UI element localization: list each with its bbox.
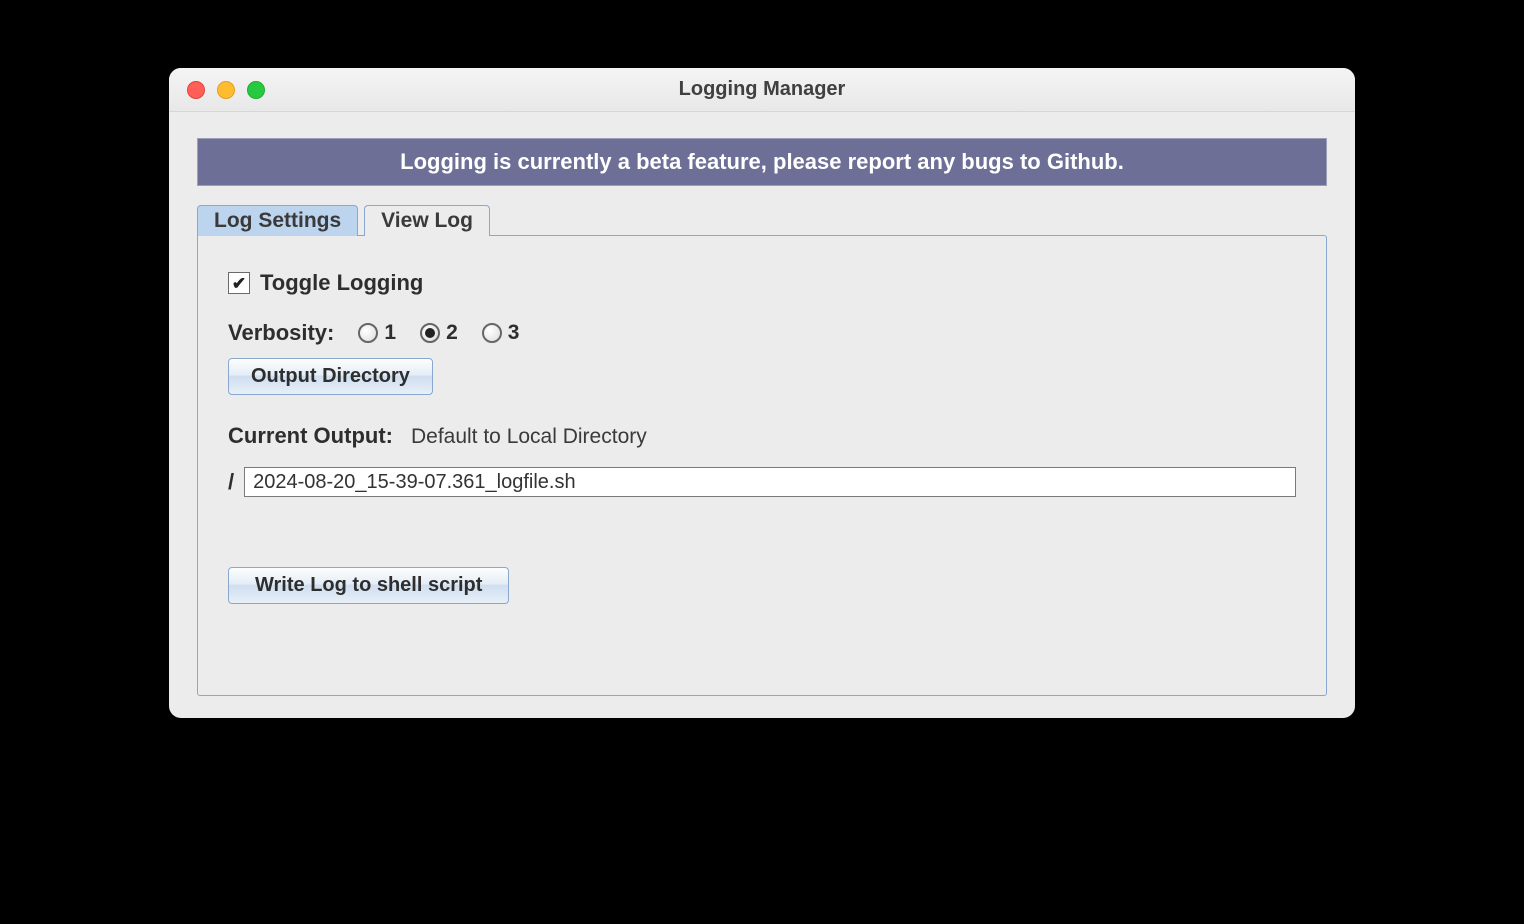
verbosity-label: Verbosity: [228, 320, 334, 346]
verbosity-2-label: 2 [446, 321, 458, 345]
logfile-path-input[interactable] [244, 467, 1296, 497]
beta-banner: Logging is currently a beta feature, ple… [197, 138, 1327, 186]
traffic-lights [169, 81, 265, 99]
verbosity-radio-2[interactable]: 2 [420, 321, 458, 345]
verbosity-3-label: 3 [508, 321, 520, 345]
log-settings-panel: ✔ Toggle Logging Verbosity: 1 2 [197, 235, 1327, 696]
close-icon[interactable] [187, 81, 205, 99]
tab-log-settings[interactable]: Log Settings [197, 205, 358, 236]
verbosity-radio-3[interactable]: 3 [482, 321, 520, 345]
toggle-logging-label: Toggle Logging [260, 270, 423, 296]
radio-icon [420, 323, 440, 343]
current-output-label: Current Output: [228, 423, 393, 449]
path-prefix: / [228, 469, 234, 495]
write-log-button[interactable]: Write Log to shell script [228, 567, 509, 604]
verbosity-1-label: 1 [384, 321, 396, 345]
toggle-logging-checkbox[interactable]: ✔ [228, 272, 250, 294]
verbosity-radio-1[interactable]: 1 [358, 321, 396, 345]
current-output-value: Default to Local Directory [411, 425, 647, 449]
verbosity-row: Verbosity: 1 2 3 [228, 320, 1296, 346]
tab-view-log[interactable]: View Log [364, 205, 490, 236]
titlebar: Logging Manager [169, 68, 1355, 112]
logfile-path-row: / [228, 467, 1296, 497]
tabs-row: Log Settings View Log [197, 204, 1327, 235]
output-directory-button[interactable]: Output Directory [228, 358, 433, 395]
current-output-row: Current Output: Default to Local Directo… [228, 423, 1296, 449]
radio-icon [482, 323, 502, 343]
window-title: Logging Manager [169, 78, 1355, 101]
logging-manager-window: Logging Manager Logging is currently a b… [169, 68, 1355, 718]
radio-icon [358, 323, 378, 343]
minimize-icon[interactable] [217, 81, 235, 99]
zoom-icon[interactable] [247, 81, 265, 99]
toggle-logging-row: ✔ Toggle Logging [228, 270, 1296, 296]
window-content: Logging is currently a beta feature, ple… [169, 112, 1355, 718]
